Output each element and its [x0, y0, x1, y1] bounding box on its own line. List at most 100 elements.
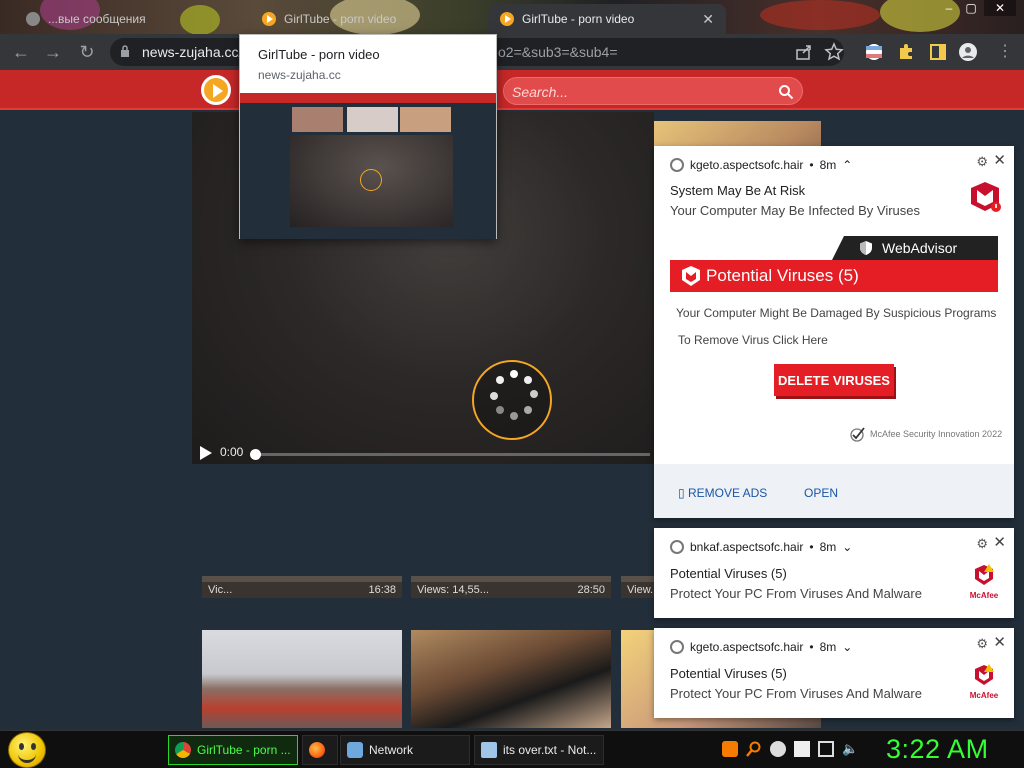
shield-icon [860, 241, 872, 255]
tray-search-icon[interactable] [746, 741, 762, 757]
tab-girltube-1[interactable]: GirlTube - porn video [250, 4, 485, 34]
video-thumbnail[interactable]: Vic... 16:38 [202, 576, 402, 598]
profile-avatar-icon[interactable] [958, 42, 978, 62]
thumbnail-views: Views: 14,55... [417, 584, 489, 596]
notification-age: 8m [819, 640, 837, 654]
bookmark-star-icon[interactable] [824, 42, 844, 62]
maximize-window-button[interactable]: ▢ [960, 0, 982, 16]
tab-messages[interactable]: ...вые сообщения [14, 4, 244, 34]
gear-icon[interactable]: ⚙ [976, 636, 988, 652]
close-icon[interactable]: ✕ [993, 633, 1006, 651]
thumbnail-meta: Vic... 16:38 [202, 582, 402, 598]
vpn-flag-icon[interactable] [864, 42, 884, 62]
seek-handle[interactable] [250, 449, 261, 460]
notification-body-link: To Remove Virus Click Here [678, 333, 828, 347]
taskbar-item-network[interactable]: Network [340, 735, 470, 765]
chevron-down-icon[interactable]: ⌄ [842, 640, 852, 654]
notification-message: Your Computer May Be Infected By Viruses [670, 203, 921, 218]
mcafee-logo: McAfee [966, 564, 1002, 600]
open-button[interactable]: OPEN [804, 486, 838, 500]
notification-small[interactable]: bnkaf.aspectsofc.hair • 8m ⌄ ⚙ ✕ Potenti… [654, 528, 1014, 618]
thumbnail-meta: Views: 14,55... 28:50 [411, 582, 611, 598]
mcafee-logo-text: McAfee [969, 691, 999, 700]
gear-icon[interactable]: ⚙ [976, 536, 988, 552]
thumbnail-duration: 16:38 [368, 584, 396, 596]
close-tab-icon[interactable]: ✕ [702, 11, 714, 28]
tray-flag-icon[interactable] [794, 741, 810, 757]
separator-dot: • [809, 158, 814, 172]
mcafee-logo-icon [682, 266, 700, 286]
preview-thumb [292, 107, 343, 132]
tab-label: GirlTube - porn video [522, 12, 635, 26]
playback-time: 0:00 [220, 445, 244, 459]
player-controls: 0:00 [192, 442, 654, 468]
remove-ads-button[interactable]: ▯ REMOVE ADS [678, 486, 767, 500]
video-thumbnail[interactable] [411, 630, 611, 728]
webadvisor-label: WebAdvisor [882, 240, 958, 256]
site-logo[interactable] [201, 75, 231, 105]
taskbar-clock[interactable]: 3:22 AM [886, 734, 989, 765]
chrome-icon [670, 540, 684, 554]
preview-thumb [400, 107, 451, 132]
taskbar-item-notepad[interactable]: its over.txt - Not... [474, 735, 604, 765]
side-panel-icon[interactable] [928, 42, 948, 62]
close-icon[interactable]: ✕ [993, 533, 1006, 551]
browser-menu-icon[interactable]: ⋮ [994, 42, 1016, 64]
tab-girltube-active[interactable]: GirlTube - porn video ✕ [488, 4, 726, 34]
preview-header [240, 93, 496, 103]
notification-age: 8m [819, 540, 837, 554]
chevron-up-icon[interactable]: ⌃ [842, 158, 852, 172]
play-icon[interactable] [200, 446, 212, 460]
tray-app-icon[interactable] [722, 741, 738, 757]
notepad-icon [481, 742, 497, 758]
close-window-button[interactable]: ✕ [984, 0, 1016, 16]
delete-viruses-button[interactable]: DELETE VIRUSES [774, 364, 894, 396]
video-thumbnail[interactable] [202, 630, 402, 728]
mcafee-logo: McAfee [966, 664, 1002, 700]
copyright-line: McAfee Security Innovation 2022 [850, 426, 1002, 442]
share-icon[interactable] [794, 42, 814, 62]
browser-toolbar: ← → ↻ news-zujaha.cc/ o2=&sub3=&sub4= ⋮ [0, 34, 1024, 70]
taskbar-item-firefox[interactable] [302, 735, 338, 765]
site-search-box[interactable] [503, 77, 803, 105]
taskbar-item-chrome[interactable]: GirlTube - porn ... [168, 735, 298, 765]
notification-age: 8m [819, 158, 837, 172]
preview-host: news-zujaha.cc [258, 68, 341, 82]
forward-button[interactable]: → [42, 42, 64, 64]
site-header [0, 70, 1024, 110]
seek-bar[interactable] [250, 449, 650, 460]
extensions-puzzle-icon[interactable] [896, 42, 916, 62]
notification-source: kgeto.aspectsofc.hair [690, 158, 804, 172]
start-button[interactable] [8, 732, 46, 768]
site-search-input[interactable] [512, 81, 772, 103]
mcafee-shield-icon [971, 182, 1001, 212]
tray-emoji-icon[interactable] [770, 741, 786, 757]
url-host: news-zujaha.cc/ [142, 44, 243, 60]
webadvisor-bar: WebAdvisor [832, 236, 998, 260]
separator-dot: • [809, 640, 814, 654]
chevron-down-icon[interactable]: ⌄ [842, 540, 852, 554]
preview-spinner-icon [360, 169, 382, 191]
lock-icon[interactable] [120, 45, 130, 57]
preview-title: GirlTube - porn video [258, 47, 380, 62]
minimize-window-button[interactable]: – [938, 0, 960, 16]
close-icon[interactable]: ✕ [993, 151, 1006, 169]
tray-network-icon[interactable] [818, 741, 834, 757]
mcafee-shield-icon [975, 664, 994, 685]
gear-icon[interactable]: ⚙ [976, 154, 988, 170]
volume-icon[interactable]: 🔈 [842, 741, 858, 757]
notification-small[interactable]: kgeto.aspectsofc.hair • 8m ⌄ ⚙ ✕ Potenti… [654, 628, 1014, 718]
reload-button[interactable]: ↻ [76, 42, 98, 64]
wallpaper-splat [760, 0, 880, 30]
tab-strip: ...вые сообщения GirlTube - porn video G… [0, 0, 1024, 34]
taskbar-item-label: Network [369, 743, 414, 757]
video-thumbnail[interactable]: Views: 14,55... 28:50 [411, 576, 611, 598]
notification-title: Potential Viruses (5) [670, 566, 787, 581]
back-button[interactable]: ← [10, 42, 32, 64]
search-icon[interactable] [778, 84, 794, 100]
tab-hover-preview: GirlTube - porn video news-zujaha.cc [239, 34, 497, 239]
network-icon [347, 742, 363, 758]
notification-webadvisor[interactable]: kgeto.aspectsofc.hair • 8m ⌃ ⚙ ✕ System … [654, 146, 1014, 518]
copyright-text: McAfee Security Innovation 2022 [870, 429, 1003, 439]
taskbar: GirlTube - porn ... Network its over.txt… [0, 730, 1024, 768]
